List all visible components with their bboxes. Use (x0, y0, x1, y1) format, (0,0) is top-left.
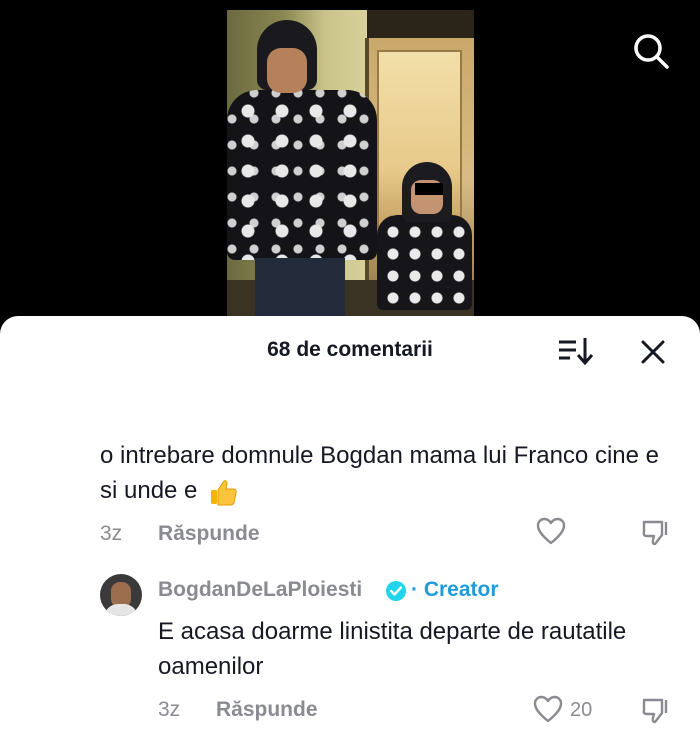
video-player[interactable] (0, 0, 700, 340)
video-man-legs (255, 258, 345, 320)
thumbs-down-icon (642, 698, 668, 724)
verified-badge-icon (386, 581, 406, 601)
comment-body: E acasa doarme linistita departe de raut… (158, 618, 627, 680)
avatar[interactable] (100, 574, 142, 616)
video-man-face (267, 48, 307, 93)
reply-button[interactable]: Răspunde (158, 522, 260, 546)
video-man-figure (227, 90, 377, 260)
heart-icon (536, 517, 566, 545)
avatar-shirt (104, 604, 138, 616)
dislike-button[interactable] (640, 694, 672, 731)
heart-icon (533, 695, 563, 723)
like-button[interactable] (535, 516, 567, 551)
search-button[interactable] (630, 30, 672, 72)
tiktok-comments-screen: 68 de comentarii o intrebare domnule Bog… (0, 0, 700, 742)
like-count: 20 (570, 699, 593, 721)
creator-badge: · Creator (411, 578, 499, 601)
like-button[interactable] (532, 694, 564, 729)
censor-bar (415, 183, 443, 195)
comment-body: o intrebare domnule Bogdan mama lui Fran… (100, 442, 659, 504)
comment-text: o intrebare domnule Bogdan mama lui Fran… (100, 438, 680, 508)
close-icon (641, 340, 665, 364)
thumbs-down-icon (642, 520, 668, 546)
sort-button[interactable] (556, 334, 596, 368)
thumbs-up-icon (211, 479, 237, 506)
comment-timestamp: 3z (100, 522, 123, 545)
dislike-button[interactable] (640, 516, 672, 553)
comment-timestamp: 3z (158, 698, 181, 721)
close-button[interactable] (637, 336, 669, 368)
reply-button[interactable]: Răspunde (216, 698, 318, 722)
search-icon (634, 34, 669, 69)
sort-icon (559, 338, 594, 366)
comments-panel: 68 de comentarii o intrebare domnule Bog… (0, 316, 700, 742)
video-frame[interactable] (227, 10, 474, 320)
comment-username[interactable]: BogdanDeLaPloiesti (158, 578, 362, 602)
video-child-figure (377, 215, 472, 310)
